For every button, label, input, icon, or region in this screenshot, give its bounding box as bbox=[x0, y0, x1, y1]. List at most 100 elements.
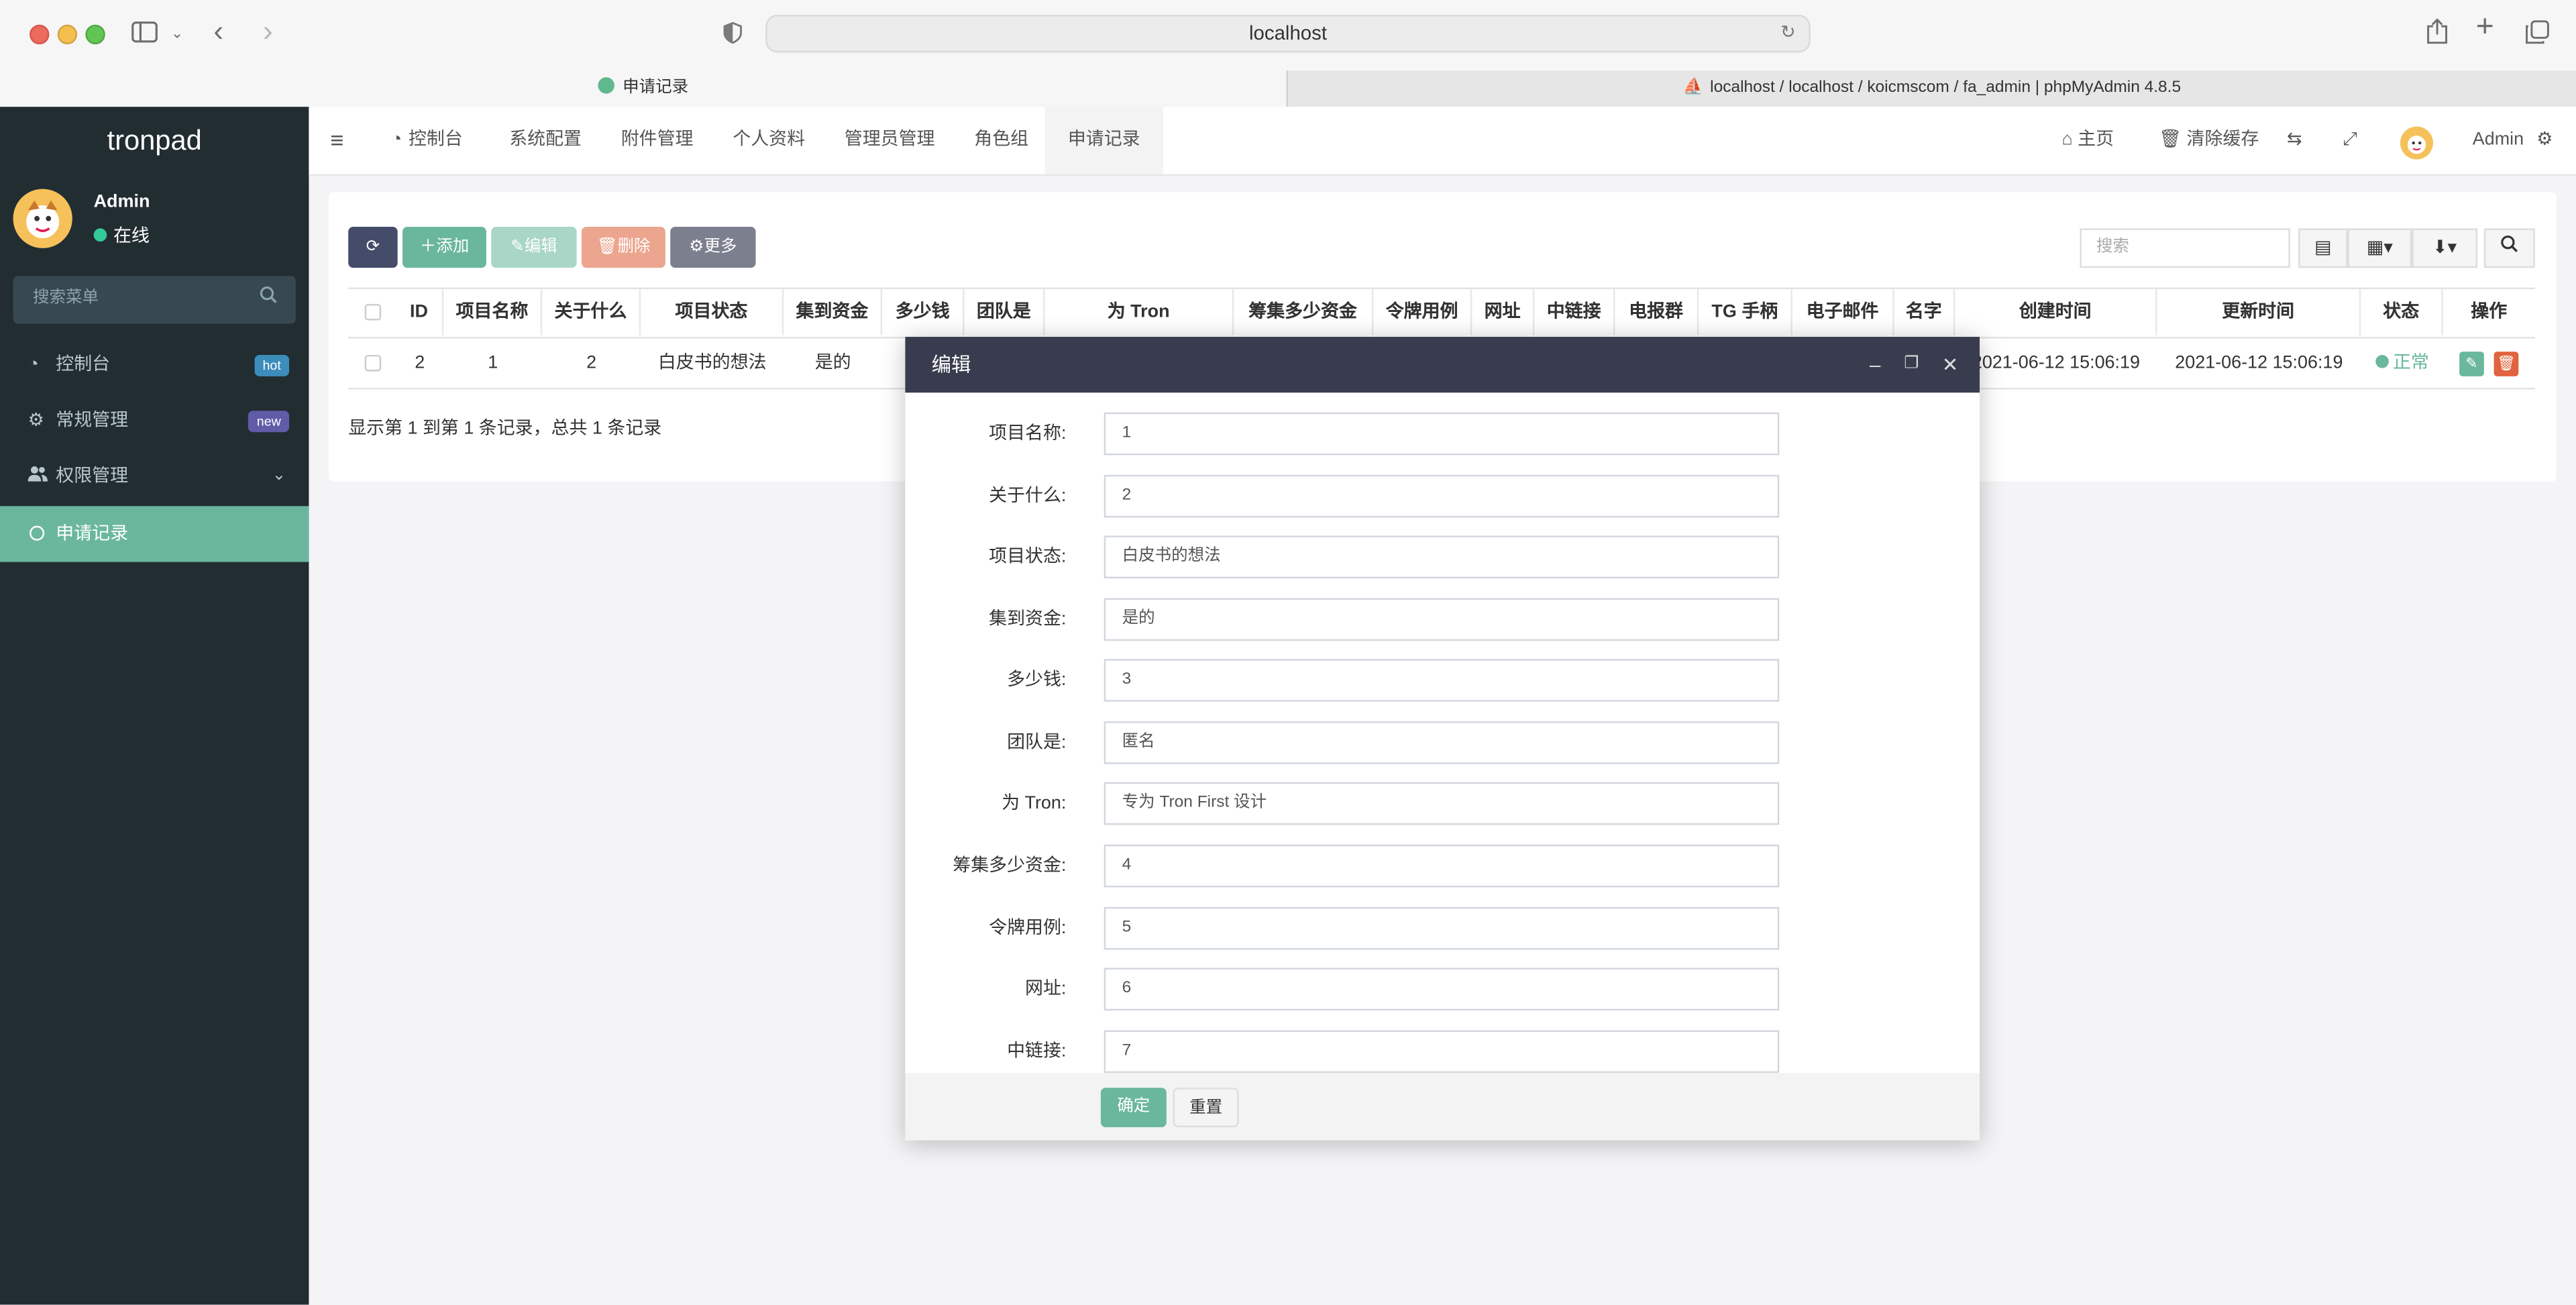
column-header[interactable]: 网址 bbox=[1472, 289, 1535, 335]
row-delete-button[interactable]: 🗑︎ bbox=[2493, 352, 2519, 376]
tab-system-config[interactable]: 系统配置 bbox=[509, 107, 582, 174]
column-header[interactable]: 更新时间 bbox=[2157, 289, 2361, 335]
address-bar[interactable]: localhost ↻ bbox=[765, 15, 1811, 53]
cog-icon: ⚙ bbox=[689, 238, 704, 257]
column-header[interactable]: 令牌用例 bbox=[1373, 289, 1472, 335]
tab-attachments[interactable]: 附件管理 bbox=[621, 107, 694, 174]
select-all-checkbox[interactable] bbox=[364, 304, 382, 321]
field-label: 令牌用例: bbox=[989, 918, 1067, 939]
column-header[interactable]: 创建时间 bbox=[1955, 289, 2157, 335]
reset-button[interactable]: 重置 bbox=[1173, 1088, 1239, 1128]
sidebar-toggle-icon[interactable] bbox=[131, 21, 158, 48]
sidebar-item-applications[interactable]: 申请记录 bbox=[0, 506, 309, 562]
tab-dashboard[interactable]: ◔ 控制台 bbox=[391, 107, 463, 174]
sidebar-item-permissions[interactable]: 权限管理 ⌄ bbox=[0, 449, 309, 505]
column-header[interactable]: 状态 bbox=[2361, 289, 2443, 335]
more-button[interactable]: ⚙更多 bbox=[670, 226, 756, 268]
menu-search-input[interactable] bbox=[30, 287, 250, 309]
sidebar: tronpad Admin 在线 ◔ 控制台 hot ⚙ 常规管理 new 权限… bbox=[0, 107, 309, 1305]
row-checkbox[interactable] bbox=[364, 354, 382, 372]
close-icon[interactable]: ✕ bbox=[1942, 337, 1959, 393]
browser-chrome: ⌄ ‹ › localhost ↻ + 申请记录 ⛵ localhost / lo… bbox=[0, 0, 2576, 109]
maximize-window-button[interactable] bbox=[85, 24, 105, 45]
modal-header[interactable]: 编辑 – ❐ ✕ bbox=[905, 337, 1980, 393]
tab-label: 申请记录 bbox=[623, 79, 689, 97]
settings-gear-icon[interactable]: ⚙ bbox=[2536, 107, 2553, 174]
column-header[interactable]: 项目状态 bbox=[641, 289, 784, 335]
amount-input[interactable]: 3 bbox=[1104, 659, 1780, 702]
raise-amount-input[interactable]: 4 bbox=[1104, 844, 1780, 888]
trash-icon: 🗑︎ bbox=[2496, 354, 2516, 372]
delete-button[interactable]: 🗑︎删除 bbox=[581, 226, 665, 268]
sidebar-item-dashboard[interactable]: ◔ 控制台 hot bbox=[0, 337, 309, 393]
refresh-button[interactable]: ⟳ bbox=[348, 226, 398, 268]
column-header[interactable]: 集到资金 bbox=[784, 289, 883, 335]
website-input[interactable]: 6 bbox=[1104, 968, 1780, 1011]
hamburger-menu-icon[interactable]: ≡ bbox=[330, 107, 343, 174]
forward-icon[interactable]: › bbox=[263, 16, 273, 46]
table-search-input[interactable]: 搜索 bbox=[2080, 228, 2290, 268]
search-icon[interactable] bbox=[260, 286, 278, 309]
browser-tab-phpmyadmin[interactable]: ⛵ localhost / localhost / koicmscom / fa_… bbox=[1286, 70, 2576, 107]
fullscreen-icon[interactable]: ⤢ bbox=[2343, 107, 2357, 174]
maximize-icon[interactable]: ❐ bbox=[1904, 337, 1919, 393]
column-header[interactable]: 电子邮件 bbox=[1792, 289, 1894, 335]
field-label: 集到资金: bbox=[989, 609, 1067, 629]
privacy-shield-icon[interactable] bbox=[723, 21, 743, 50]
export-button[interactable]: ⬇▾ bbox=[2412, 228, 2478, 268]
column-header[interactable]: 关于什么 bbox=[542, 289, 641, 335]
team-input[interactable]: 匿名 bbox=[1104, 721, 1780, 764]
menu-search[interactable] bbox=[13, 276, 296, 324]
field-label: 关于什么: bbox=[989, 486, 1067, 507]
language-icon[interactable]: ⇆ bbox=[2287, 107, 2302, 174]
brand-logo[interactable]: tronpad bbox=[0, 107, 309, 176]
clear-cache-link[interactable]: 🗑︎ 清除缓存 bbox=[2159, 107, 2259, 174]
admin-avatar[interactable] bbox=[2400, 126, 2433, 160]
tab-admin-manage[interactable]: 管理员管理 bbox=[845, 107, 935, 174]
share-icon[interactable] bbox=[2426, 18, 2448, 50]
state-label: 正常 bbox=[2392, 353, 2429, 373]
back-icon[interactable]: ‹ bbox=[213, 16, 223, 46]
column-header[interactable]: ID bbox=[396, 289, 444, 335]
close-window-button[interactable] bbox=[30, 24, 50, 45]
confirm-button[interactable]: 确定 bbox=[1100, 1088, 1167, 1128]
for-tron-input[interactable]: 专为 Tron First 设计 bbox=[1104, 782, 1780, 825]
column-header[interactable]: 筹集多少资金 bbox=[1234, 289, 1374, 335]
about-input[interactable]: 2 bbox=[1104, 474, 1780, 518]
minimize-icon[interactable]: – bbox=[1870, 337, 1880, 393]
minimize-window-button[interactable] bbox=[57, 24, 78, 45]
add-button[interactable]: ＋添加 bbox=[402, 226, 486, 268]
column-header[interactable]: TG 手柄 bbox=[1699, 289, 1792, 335]
admin-name[interactable]: Admin bbox=[2473, 107, 2524, 174]
token-usecase-input[interactable]: 5 bbox=[1104, 906, 1780, 950]
column-header[interactable]: 操作 bbox=[2443, 289, 2535, 335]
medium-link-input[interactable]: 7 bbox=[1104, 1030, 1780, 1074]
column-header[interactable]: 团队是 bbox=[965, 289, 1045, 335]
project-status-input[interactable]: 白皮书的想法 bbox=[1104, 535, 1780, 579]
column-header[interactable]: 中链接 bbox=[1534, 289, 1615, 335]
cell-created: 2021-06-12 15:06:19 bbox=[1972, 353, 2141, 373]
home-link[interactable]: ⌂ 主页 bbox=[2061, 107, 2114, 174]
funded-input[interactable]: 是的 bbox=[1104, 598, 1780, 641]
dashboard-icon: ◔ bbox=[28, 354, 39, 375]
new-tab-icon[interactable]: + bbox=[2476, 11, 2494, 43]
columns-button[interactable]: ▦▾ bbox=[2347, 228, 2412, 268]
column-header[interactable]: 多少钱 bbox=[882, 289, 965, 335]
tab-overview-icon[interactable] bbox=[2525, 19, 2550, 49]
browser-tab-active[interactable]: 申请记录 bbox=[0, 70, 1287, 107]
project-name-input[interactable]: 1 bbox=[1104, 412, 1780, 456]
column-header[interactable]: 项目名称 bbox=[443, 289, 543, 335]
chevron-down-icon[interactable]: ⌄ bbox=[171, 19, 183, 46]
tab-profile[interactable]: 个人资料 bbox=[733, 107, 805, 174]
tab-role-group[interactable]: 角色组 bbox=[974, 107, 1028, 174]
edit-button[interactable]: ✎编辑 bbox=[491, 226, 577, 268]
row-edit-button[interactable]: ✎ bbox=[2459, 352, 2484, 376]
reload-icon[interactable]: ↻ bbox=[1780, 16, 1796, 50]
column-header[interactable]: 电报群 bbox=[1615, 289, 1699, 335]
column-header[interactable]: 为 Tron bbox=[1045, 289, 1234, 335]
toggle-view-button[interactable]: ▤ bbox=[2298, 228, 2348, 268]
sidebar-item-general[interactable]: ⚙ 常规管理 new bbox=[0, 393, 309, 448]
advanced-search-button[interactable] bbox=[2483, 228, 2535, 268]
column-header[interactable]: 名字 bbox=[1894, 289, 1955, 335]
tab-applications[interactable]: 申请记录 bbox=[1044, 107, 1163, 174]
